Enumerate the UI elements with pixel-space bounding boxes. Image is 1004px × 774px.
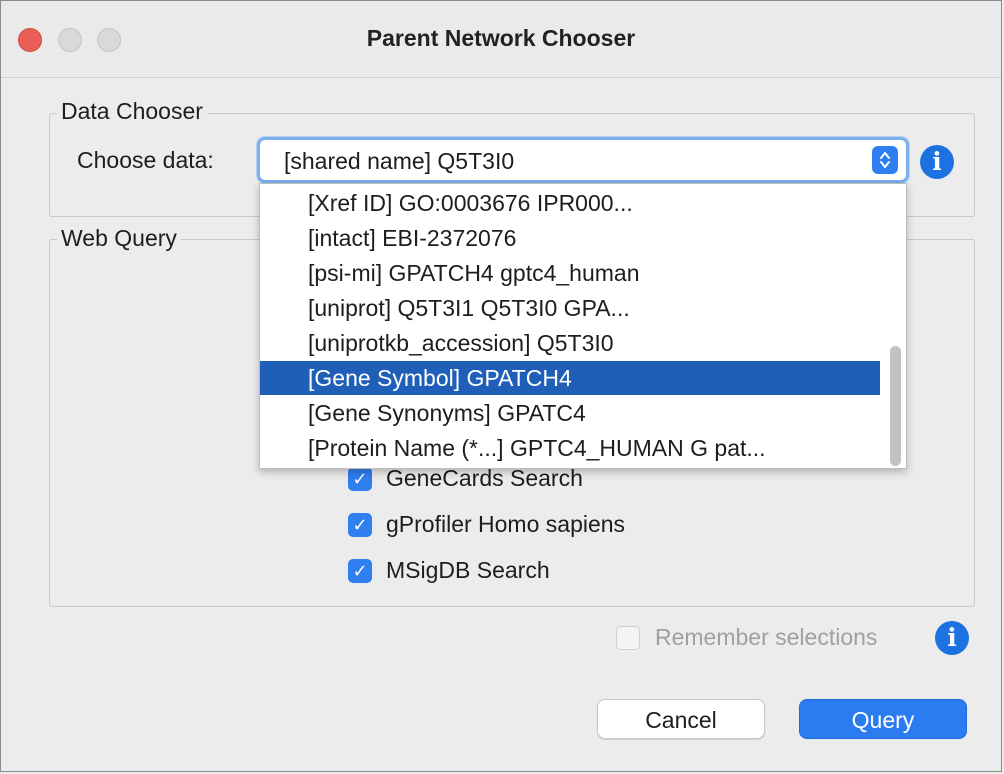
cancel-button[interactable]: Cancel xyxy=(597,699,765,739)
remember-selections-label: Remember selections xyxy=(655,624,878,650)
msigdb-checkbox[interactable]: ✓ xyxy=(348,559,372,583)
info-icon[interactable]: i xyxy=(920,145,954,179)
combobox-selected-value: [shared name] Q5T3I0 xyxy=(284,148,515,174)
info-icon[interactable]: i xyxy=(935,621,969,655)
genecards-search-option[interactable]: ✓ GeneCards Search xyxy=(348,465,648,495)
gprofiler-checkbox[interactable]: ✓ xyxy=(348,513,372,537)
dropdown-option[interactable]: [intact] EBI-2372076 xyxy=(260,221,880,255)
dropdown-option[interactable]: [Gene Synonyms] GPATC4 xyxy=(260,396,880,430)
dropdown-option[interactable]: [Protein Name (*...] GPTC4_HUMAN G pat..… xyxy=(260,431,880,465)
gprofiler-search-option[interactable]: ✓ gProfiler Homo sapiens xyxy=(348,511,728,541)
window-title: Parent Network Chooser xyxy=(366,25,636,51)
dropdown-option-selected[interactable]: [Gene Symbol] GPATCH4 xyxy=(260,361,880,395)
msigdb-label: MSigDB Search xyxy=(386,557,550,583)
dropdown-option[interactable]: [psi-mi] GPATCH4 gptc4_human xyxy=(260,256,880,290)
data-options-dropdown[interactable]: [Xref ID] GO:0003676 IPR000... [intact] … xyxy=(259,183,907,469)
msigdb-search-option[interactable]: ✓ MSigDB Search xyxy=(348,557,648,587)
check-icon: ✓ xyxy=(352,515,368,535)
dialog-window: Parent Network Chooser Data Chooser Choo… xyxy=(0,0,1002,772)
web-query-legend: Web Query xyxy=(57,225,181,252)
check-icon: ✓ xyxy=(352,561,368,581)
genecards-checkbox[interactable]: ✓ xyxy=(348,467,372,491)
chevron-updown-icon[interactable] xyxy=(872,146,898,174)
gprofiler-label: gProfiler Homo sapiens xyxy=(386,511,626,537)
dropdown-scrollbar[interactable] xyxy=(890,346,901,466)
dropdown-option[interactable]: [uniprotkb_accession] Q5T3I0 xyxy=(260,326,880,360)
genecards-label: GeneCards Search xyxy=(386,465,583,491)
remember-selections-checkbox[interactable] xyxy=(616,626,640,650)
query-button[interactable]: Query xyxy=(799,699,967,739)
dropdown-option[interactable]: [uniprot] Q5T3I1 Q5T3I0 GPA... xyxy=(260,291,880,325)
data-chooser-legend: Data Chooser xyxy=(57,98,207,125)
choose-data-combobox[interactable]: [shared name] Q5T3I0 xyxy=(257,137,909,183)
choose-data-label: Choose data: xyxy=(77,147,214,173)
check-icon: ✓ xyxy=(352,469,368,489)
dropdown-option[interactable]: [Xref ID] GO:0003676 IPR000... xyxy=(260,186,880,220)
title-bar: Parent Network Chooser xyxy=(1,1,1001,78)
